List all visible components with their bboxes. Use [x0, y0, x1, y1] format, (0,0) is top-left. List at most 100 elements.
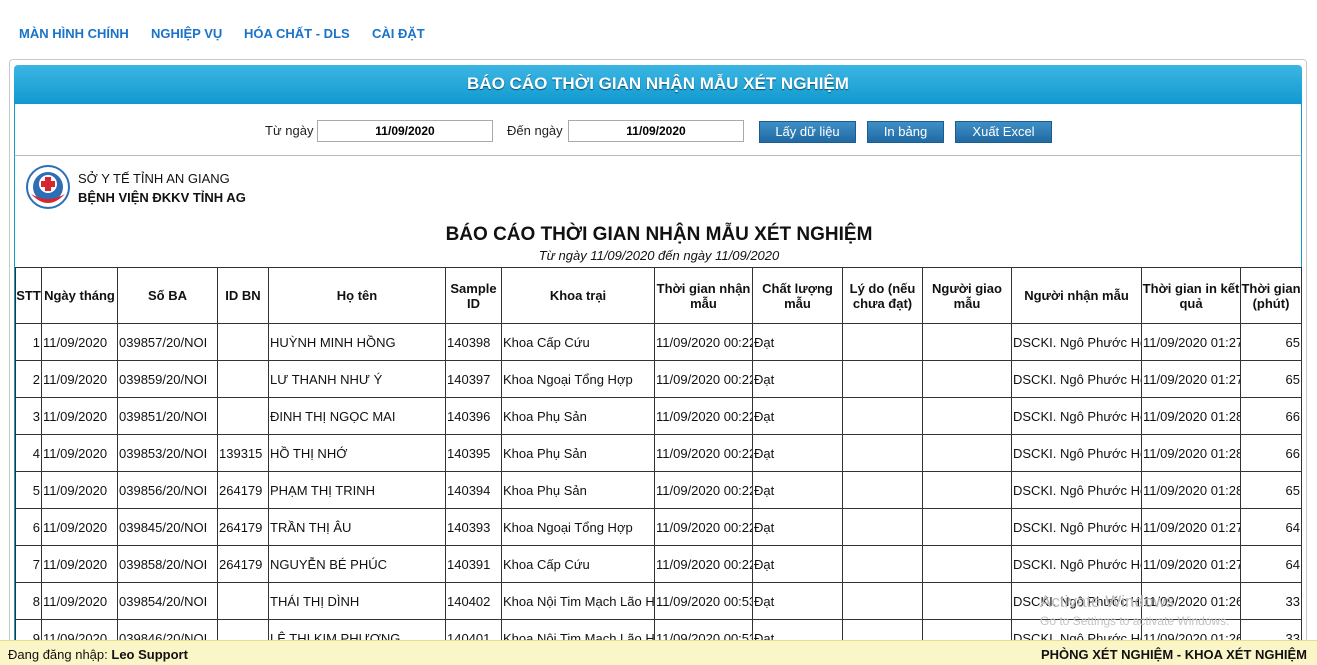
- table-cell: 64: [1240, 545, 1302, 583]
- column-header: Lý do (nếu chưa đạt): [842, 267, 923, 324]
- table-cell: Đạt: [752, 471, 843, 509]
- table-cell: 2: [15, 360, 42, 398]
- column-header: ID BN: [217, 267, 269, 324]
- table-cell: DSCKI. Ngô Phước Hòa: [1011, 360, 1142, 398]
- table-cell: 140396: [445, 397, 502, 435]
- column-header: Họ tên: [268, 267, 446, 324]
- table-cell: 139315: [217, 434, 269, 472]
- table-cell: 11/09/2020 00:22: [654, 323, 753, 361]
- column-header: Chất lượng mẫu: [752, 267, 843, 324]
- table-cell: 11/09/2020 00:22: [654, 397, 753, 435]
- table-cell: 11/09/2020: [41, 323, 118, 361]
- table-cell: [922, 360, 1012, 398]
- nav-main-screen[interactable]: MÀN HÌNH CHÍNH: [19, 26, 129, 41]
- table-cell: 11/09/2020 01:27: [1141, 545, 1241, 583]
- report-body: SỞ Y TẾ TỈNH AN GIANG BỆNH VIỆN ĐKKV TỈN…: [14, 156, 1302, 648]
- table-row[interactable]: 2 11/09/2020 039859/20/NOI LƯ THANH NHƯ Ý 14…: [15, 360, 1302, 398]
- table-cell: Khoa Ngoại Tổng Hợp: [501, 360, 655, 398]
- table-cell: [922, 397, 1012, 435]
- table-cell: 6: [15, 508, 42, 546]
- current-user: Leo Support: [111, 647, 188, 662]
- table-cell: 5: [15, 471, 42, 509]
- table-cell: [217, 360, 269, 398]
- column-header: Sample ID: [445, 267, 502, 324]
- table-cell: 11/09/2020: [41, 434, 118, 472]
- table-cell: 11/09/2020 01:27: [1141, 323, 1241, 361]
- table-cell: PHẠM THỊ TRINH: [268, 471, 446, 509]
- table-cell: Đạt: [752, 323, 843, 361]
- table-cell: [217, 397, 269, 435]
- table-cell: [922, 545, 1012, 583]
- column-header: Thời gian nhận mẫu: [654, 267, 753, 324]
- table-cell: 11/09/2020: [41, 545, 118, 583]
- login-label: Đang đăng nhập:: [8, 647, 108, 662]
- table-cell: [842, 360, 923, 398]
- nav-settings[interactable]: CÀI ĐẶT: [372, 26, 425, 41]
- export-excel-button[interactable]: Xuất Excel: [955, 121, 1052, 143]
- table-cell: 11/09/2020: [41, 360, 118, 398]
- table-cell: 66: [1240, 397, 1302, 435]
- from-date-input[interactable]: [317, 120, 493, 142]
- table-row[interactable]: 7 11/09/2020 039858/20/NOI 264179 NGUYỄN BÉ …: [15, 545, 1302, 583]
- table-cell: 140394: [445, 471, 502, 509]
- table-cell: 11/09/2020 01:28: [1141, 397, 1241, 435]
- table-cell: 1: [15, 323, 42, 361]
- current-department: PHÒNG XÉT NGHIỆM - KHOA XÉT NGHIỆM: [1040, 647, 1307, 662]
- table-cell: 264179: [217, 545, 269, 583]
- table-row[interactable]: 4 11/09/2020 039853/20/NOI 139315 HỒ THỊ NHỚ…: [15, 434, 1302, 472]
- table-cell: 7: [15, 545, 42, 583]
- table-cell: 4: [15, 434, 42, 472]
- report-panel: BÁO CÁO THỜI GIAN NHẬN MẪU XÉT NGHIỆM Từ…: [9, 59, 1307, 649]
- table-cell: 65: [1240, 360, 1302, 398]
- table-cell: 11/09/2020: [41, 508, 118, 546]
- nav-chemicals-dls[interactable]: HÓA CHẤT - DLS: [244, 26, 350, 41]
- table-cell: Đạt: [752, 434, 843, 472]
- table-cell: [922, 508, 1012, 546]
- table-cell: 11/09/2020 00:22: [654, 471, 753, 509]
- to-date-input[interactable]: [568, 120, 744, 142]
- table-row[interactable]: 6 11/09/2020 039845/20/NOI 264179 TRẦN THỊ Â…: [15, 508, 1302, 546]
- table-cell: 11/09/2020 00:22: [654, 508, 753, 546]
- table-cell: [842, 471, 923, 509]
- table-cell: 264179: [217, 508, 269, 546]
- table-cell: Đạt: [752, 582, 843, 620]
- table-cell: 140398: [445, 323, 502, 361]
- table-cell: 264179: [217, 471, 269, 509]
- print-table-button[interactable]: In bảng: [867, 121, 944, 143]
- top-nav: MÀN HÌNH CHÍNH NGHIỆP VỤ HÓA CHẤT - DLS …: [0, 0, 1317, 60]
- table-cell: 11/09/2020: [41, 397, 118, 435]
- table-cell: 140391: [445, 545, 502, 583]
- org-hospital: BỆNH VIỆN ĐKKV TỈNH AG: [78, 190, 246, 205]
- table-cell: Khoa Phụ Sản: [501, 397, 655, 435]
- filter-bar: Từ ngày Đến ngày Lấy dữ liệu In bảng Xuấ…: [14, 104, 1302, 156]
- table-cell: [842, 545, 923, 583]
- table-cell: 8: [15, 582, 42, 620]
- table-cell: 039853/20/NOI: [117, 434, 218, 472]
- nav-operations[interactable]: NGHIỆP VỤ: [151, 26, 222, 41]
- table-cell: DSCKI. Ngô Phước Hòa: [1011, 471, 1142, 509]
- report-title: BÁO CÁO THỜI GIAN NHẬN MẪU XÉT NGHIỆM: [445, 224, 873, 245]
- table-cell: 11/09/2020 00:22: [654, 545, 753, 583]
- table-cell: 65: [1240, 323, 1302, 361]
- table-cell: NGUYỄN BÉ PHÚC: [268, 545, 446, 583]
- table-row[interactable]: 1 11/09/2020 039857/20/NOI HUỲNH MINH HỒNG 1…: [15, 323, 1302, 361]
- column-header: Số BA: [117, 267, 218, 324]
- table-cell: 11/09/2020 01:28: [1141, 471, 1241, 509]
- table-cell: Khoa Ngoại Tổng Hợp: [501, 508, 655, 546]
- table-cell: [217, 323, 269, 361]
- table-cell: 11/09/2020 00:22: [654, 360, 753, 398]
- status-footer: Đang đăng nhập: Leo Support PHÒNG XÉT NG…: [0, 640, 1317, 665]
- table-cell: 3: [15, 397, 42, 435]
- table-row[interactable]: 3 11/09/2020 039851/20/NOI ĐINH THỊ NGỌC MA…: [15, 397, 1302, 435]
- table-cell: 11/09/2020: [41, 471, 118, 509]
- table-cell: LƯ THANH NHƯ Ý: [268, 360, 446, 398]
- column-header: Người giao mẫu: [922, 267, 1012, 324]
- table-cell: ĐINH THỊ NGỌC MAI: [268, 397, 446, 435]
- get-data-button[interactable]: Lấy dữ liệu: [759, 121, 856, 143]
- from-date-label: Từ ngày: [265, 123, 314, 138]
- column-header: Người nhận mẫu: [1011, 267, 1142, 324]
- table-header-row: STT Ngày tháng Số BA ID BN Họ tên Sample ID Kh…: [15, 267, 1302, 324]
- table-row[interactable]: 5 11/09/2020 039856/20/NOI 264179 PHẠM THỊ T…: [15, 471, 1302, 509]
- table-cell: [842, 582, 923, 620]
- org-department: SỞ Y TẾ TỈNH AN GIANG: [78, 171, 230, 186]
